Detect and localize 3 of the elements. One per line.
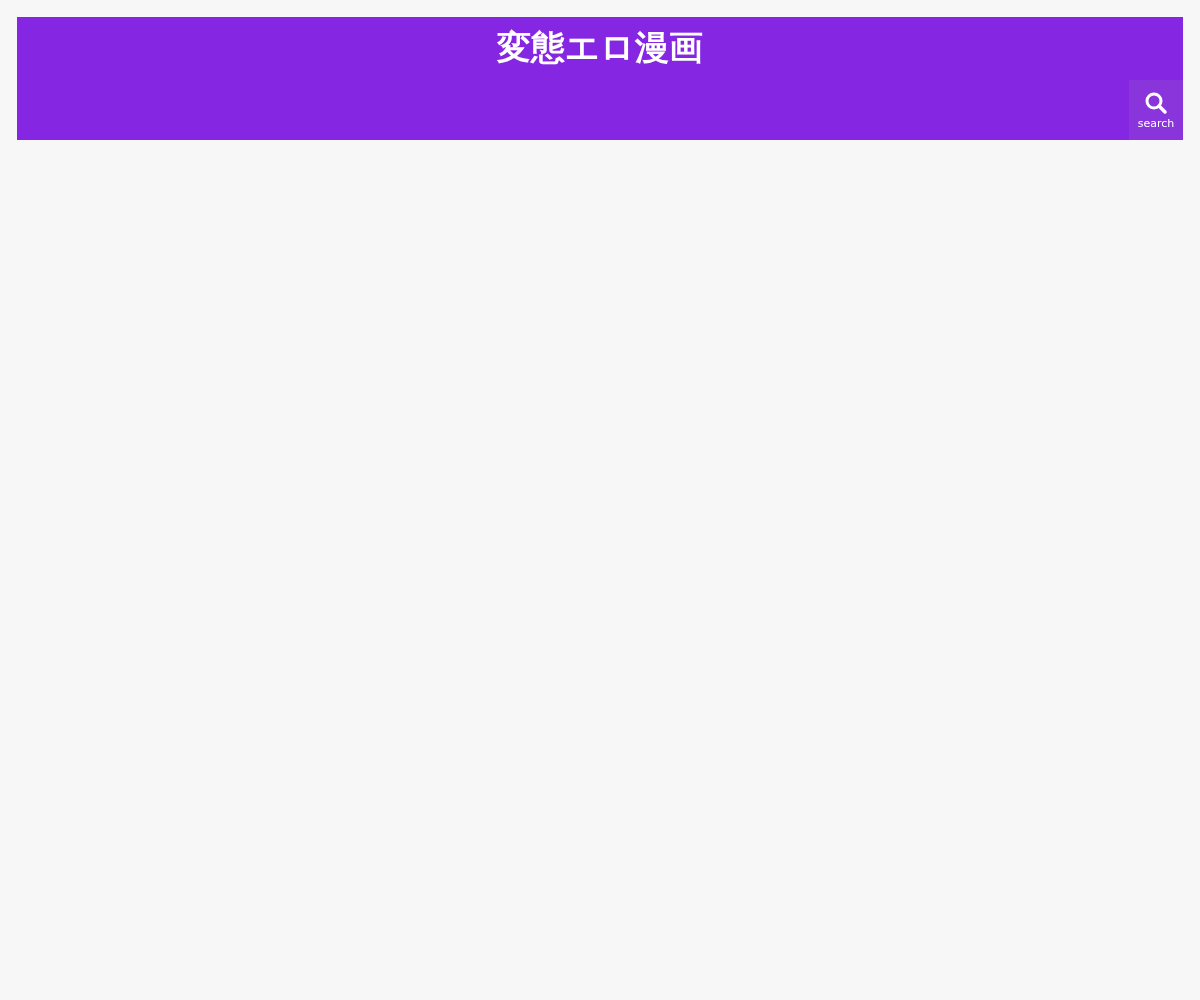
search-button[interactable]: search [1129, 80, 1183, 140]
site-title: 変態エロ漫画 [497, 26, 703, 69]
search-icon [1144, 90, 1168, 115]
